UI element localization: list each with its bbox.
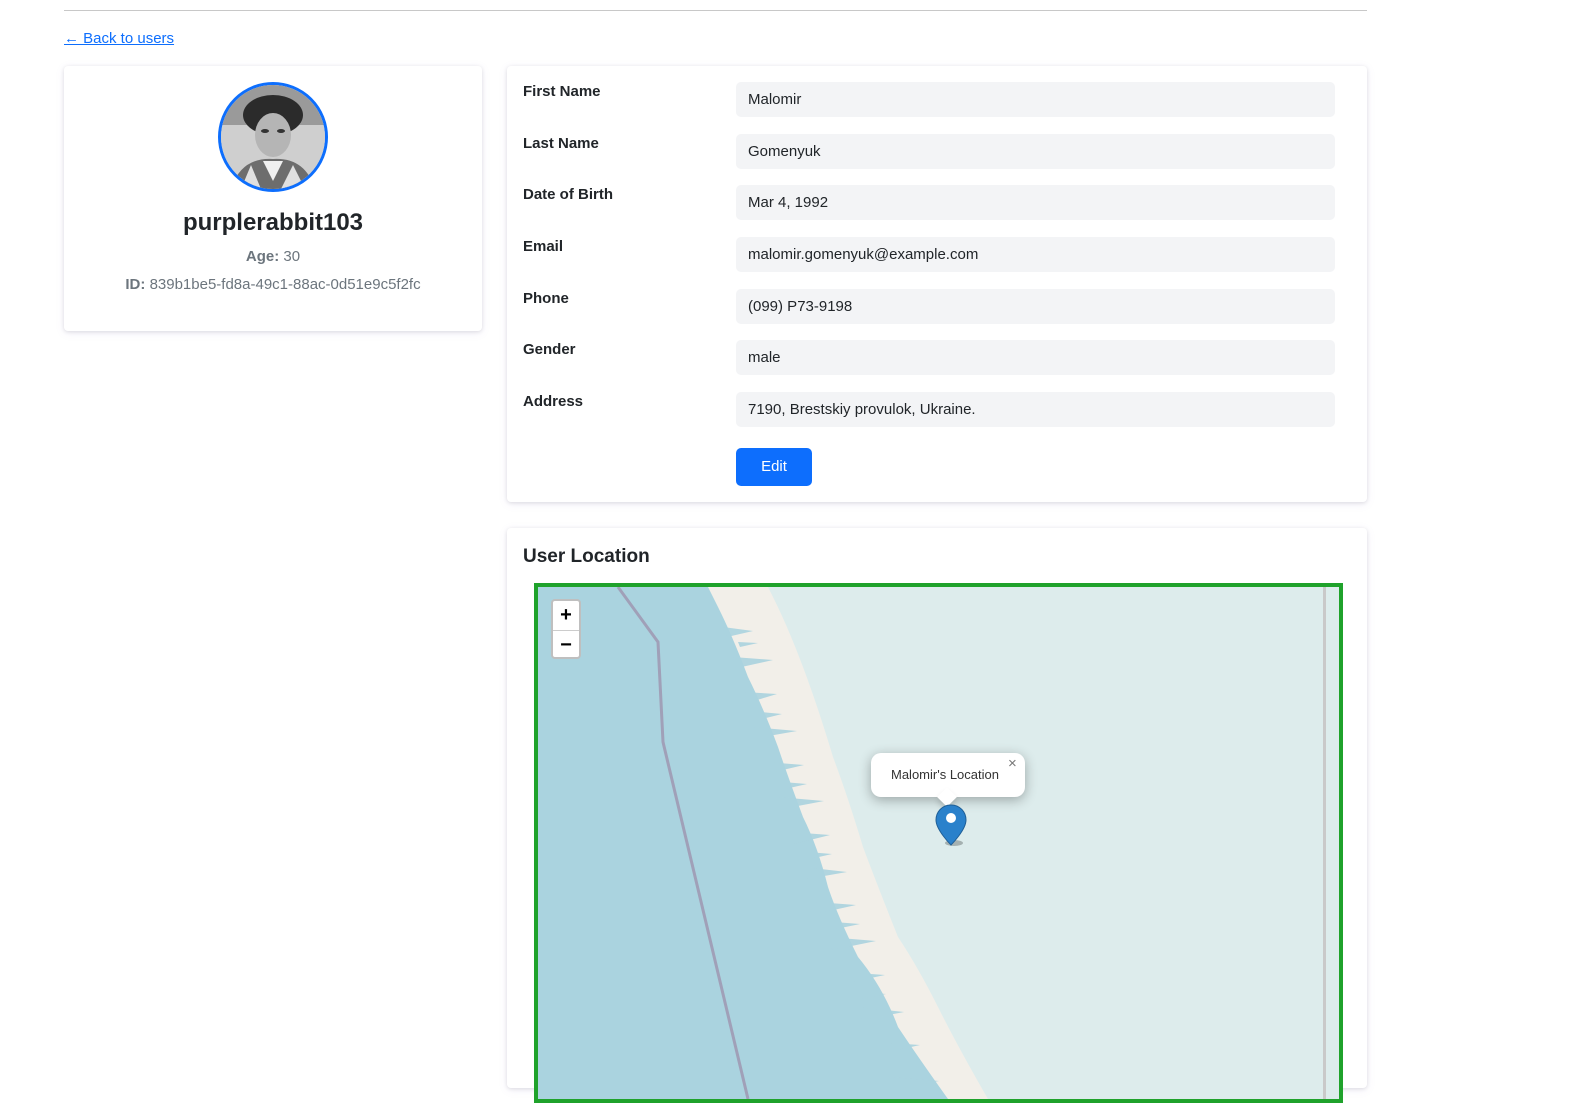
zoom-out-button[interactable]: − <box>553 631 579 660</box>
address-label: Address <box>523 393 584 410</box>
zoom-control: + − <box>551 599 581 659</box>
last-name-label: Last Name <box>523 135 599 152</box>
id-label: ID: <box>125 276 146 293</box>
profile-card: purplerabbit103 Age: 30 ID: 839b1be5-fd8… <box>64 66 482 331</box>
id-line: ID: 839b1be5-fd8a-49c1-88ac-0d51e9c5f2fc <box>64 276 482 293</box>
dob-field[interactable]: Mar 4, 1992 <box>736 185 1335 220</box>
map-pin-icon[interactable] <box>934 803 968 847</box>
first-name-field[interactable]: Malomir <box>736 82 1335 117</box>
age-line: Age: 30 <box>64 248 482 265</box>
back-to-users-link[interactable]: ← Back to users <box>64 30 174 47</box>
avatar <box>218 82 328 192</box>
marker-shape <box>935 804 967 846</box>
email-field[interactable]: malomir.gomenyuk@example.com <box>736 237 1335 272</box>
user-location-card: User Location + − Malomir's Location × <box>507 528 1367 1103</box>
map-title: User Location <box>523 546 650 567</box>
last-name-field[interactable]: Gomenyuk <box>736 134 1335 169</box>
phone-field[interactable]: (099) P73-9198 <box>736 289 1335 324</box>
popup-text: Malomir's Location <box>891 767 999 782</box>
first-name-label: First Name <box>523 83 601 100</box>
dob-label: Date of Birth <box>523 186 613 203</box>
map-view[interactable]: + − Malomir's Location × <box>534 583 1343 1103</box>
user-details-card: First Name Malomir Last Name Gomenyuk Da… <box>507 66 1367 502</box>
gender-label: Gender <box>523 341 576 358</box>
location-popup: Malomir's Location × <box>871 753 1025 807</box>
gender-field[interactable]: male <box>736 340 1335 375</box>
id-value: 839b1be5-fd8a-49c1-88ac-0d51e9c5f2fc <box>149 276 421 293</box>
avatar-photo <box>221 85 325 189</box>
age-label: Age: <box>245 248 280 265</box>
popup-close-icon[interactable]: × <box>1008 755 1017 772</box>
address-field[interactable]: 7190, Brestskiy provulok, Ukraine. <box>736 392 1335 427</box>
phone-label: Phone <box>523 290 569 307</box>
age-value: 30 <box>283 248 301 265</box>
zoom-in-button[interactable]: + <box>553 601 579 631</box>
username: purplerabbit103 <box>182 209 364 236</box>
email-label: Email <box>523 238 564 255</box>
edit-button[interactable]: Edit <box>736 448 812 486</box>
top-divider <box>64 10 1367 11</box>
